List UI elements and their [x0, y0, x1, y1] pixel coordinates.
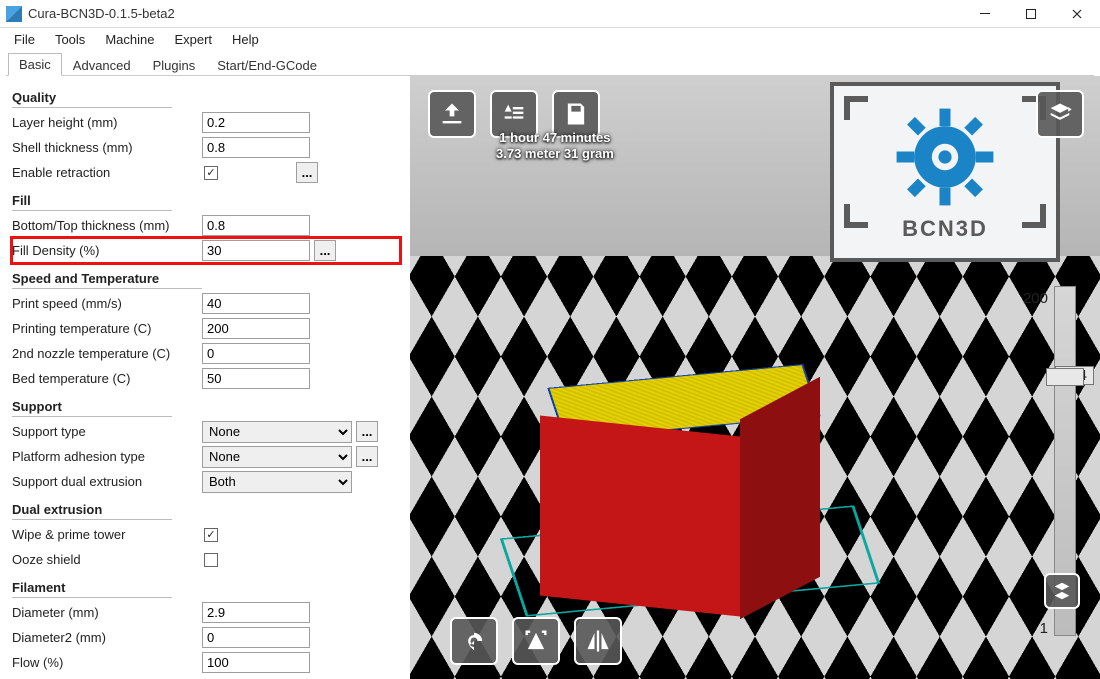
menu-machine[interactable]: Machine [95, 30, 164, 49]
label-support-type: Support type [12, 424, 202, 439]
maximize-button[interactable] [1008, 0, 1054, 28]
input-diameter[interactable] [202, 602, 310, 623]
section-dualext: Dual extrusion [12, 502, 172, 520]
logo-board: BCN3D [830, 82, 1060, 262]
input-layer-height[interactable] [202, 112, 310, 133]
label-diameter: Diameter (mm) [12, 605, 202, 620]
select-support-dual[interactable]: Both [202, 471, 352, 493]
fill-density-more-button[interactable]: ... [314, 240, 336, 261]
section-fill: Fill [12, 193, 172, 211]
section-quality: Quality [12, 90, 172, 108]
tab-gcode[interactable]: Start/End-GCode [206, 54, 328, 76]
label-fill-density: Fill Density (%) [12, 243, 202, 258]
checkbox-wipe-prime[interactable] [204, 528, 218, 542]
label-print-temp: Printing temperature (C) [12, 321, 202, 336]
input-print-speed[interactable] [202, 293, 310, 314]
section-filament: Filament [12, 580, 172, 598]
window-title: Cura-BCN3D-0.1.5-beta2 [28, 6, 175, 21]
menu-tools[interactable]: Tools [45, 30, 95, 49]
print-time-text: 1 hour 47 minutes [496, 130, 614, 146]
menu-expert[interactable]: Expert [164, 30, 222, 49]
print-material-text: 3.73 meter 31 gram [496, 146, 614, 162]
checkbox-enable-retraction[interactable] [204, 166, 218, 180]
input-bed-temp[interactable] [202, 368, 310, 389]
label-layer-height: Layer height (mm) [12, 115, 202, 130]
section-support: Support [12, 399, 172, 417]
label-shell-thickness: Shell thickness (mm) [12, 140, 202, 155]
select-support-type[interactable]: None [202, 421, 352, 443]
scale-button[interactable] [512, 617, 560, 665]
settings-panel[interactable]: Quality Layer height (mm) Shell thicknes… [0, 76, 410, 679]
label-bed-temp: Bed temperature (C) [12, 371, 202, 386]
viewport-bottom-toolbar [450, 617, 622, 665]
label-ooze-shield: Ooze shield [12, 552, 202, 567]
section-speedtemp: Speed and Temperature [12, 271, 202, 289]
input-diameter2[interactable] [202, 627, 310, 648]
select-platform-adh[interactable]: None [202, 446, 352, 468]
model-preview[interactable] [540, 356, 810, 606]
app-icon [6, 6, 22, 22]
label-diameter2: Diameter2 (mm) [12, 630, 202, 645]
input-print-temp[interactable] [202, 318, 310, 339]
platform-adh-more-button[interactable]: ... [356, 446, 378, 467]
open-file-button[interactable] [428, 90, 476, 138]
layer-slider-min: 1 [1040, 620, 1048, 637]
input-shell-thickness[interactable] [202, 137, 310, 158]
input-bottom-top[interactable] [202, 215, 310, 236]
tab-advanced[interactable]: Advanced [62, 54, 142, 76]
mirror-button[interactable] [574, 617, 622, 665]
tab-plugins[interactable]: Plugins [142, 54, 207, 76]
input-fill-density[interactable] [202, 240, 310, 261]
label-enable-retraction: Enable retraction [12, 165, 202, 180]
gear-icon [890, 102, 1000, 212]
support-type-more-button[interactable]: ... [356, 421, 378, 442]
layer-down-button[interactable] [1044, 573, 1080, 609]
retraction-more-button[interactable]: ... [296, 162, 318, 183]
minimize-button[interactable] [962, 0, 1008, 28]
menu-file[interactable]: File [4, 30, 45, 49]
view-mode-button[interactable] [1036, 90, 1084, 138]
label-wipe-prime: Wipe & prime tower [12, 527, 202, 542]
close-button[interactable] [1054, 0, 1100, 28]
settings-tabs: Basic Advanced Plugins Start/End-GCode [6, 52, 1094, 76]
label-print-speed: Print speed (mm/s) [12, 296, 202, 311]
rotate-button[interactable] [450, 617, 498, 665]
menubar: File Tools Machine Expert Help [0, 28, 1100, 50]
checkbox-ooze-shield[interactable] [204, 553, 218, 567]
label-nozzle2-temp: 2nd nozzle temperature (C) [12, 346, 202, 361]
label-bottom-top: Bottom/Top thickness (mm) [12, 218, 202, 233]
layer-slider-max: 200 [1023, 290, 1048, 307]
input-flow[interactable] [202, 652, 310, 673]
label-flow: Flow (%) [12, 655, 202, 670]
label-support-dual: Support dual extrusion [12, 474, 202, 489]
print-estimate: 1 hour 47 minutes 3.73 meter 31 gram [496, 130, 614, 163]
tab-basic[interactable]: Basic [8, 53, 62, 76]
viewport-3d[interactable]: BCN3D 1 hour 47 minutes 3.73 meter 31 gr… [410, 76, 1100, 679]
titlebar: Cura-BCN3D-0.1.5-beta2 [0, 0, 1100, 28]
brand-text: BCN3D [902, 216, 988, 242]
menu-help[interactable]: Help [222, 30, 269, 49]
label-platform-adh: Platform adhesion type [12, 449, 202, 464]
input-nozzle2-temp[interactable] [202, 343, 310, 364]
layer-slider-handle[interactable] [1046, 368, 1084, 386]
